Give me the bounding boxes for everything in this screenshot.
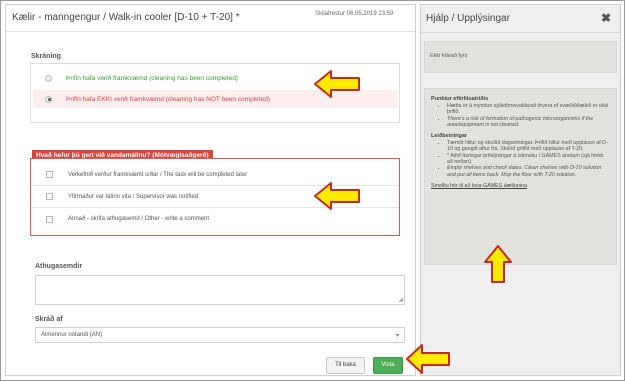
close-icon[interactable]: ✖ [601, 11, 611, 25]
arrow-left-icon [314, 70, 360, 98]
info-item: There's a risk of formation of pathogeni… [447, 116, 610, 129]
due-date: Skilafrestur 06.05.2019 23:59 [315, 11, 394, 17]
arrow-left-icon [314, 182, 360, 210]
status-text: Ekki klárað fyrir [430, 53, 468, 59]
instruction-item: Empty shelves and check dates. Clean she… [447, 165, 610, 178]
comment-label: Athugasemdir [35, 263, 83, 270]
help-panel: Hjálp / Upplýsingar ✖ Ekki klárað fyrir … [420, 4, 621, 376]
checkbox[interactable] [46, 193, 53, 200]
radio-option-completed[interactable]: Þrifin hafa verið framkvæmd (cleaning ha… [45, 70, 238, 86]
checkbox[interactable] [46, 215, 53, 223]
instruction-item: Tæmið hillur og skoðið dagsetningar. Þrí… [447, 140, 610, 153]
radio-button[interactable] [45, 74, 52, 82]
save-button[interactable]: Vista [373, 357, 403, 374]
checkbox-label: Yfirmaður var látinn vita / Supervisor w… [68, 193, 199, 200]
chevron-down-icon: ▾ [395, 333, 399, 339]
info-box: Punktur eftirlitsatriðis Hætta er á mynd… [424, 88, 617, 265]
resize-handle-icon[interactable]: ◢ [398, 297, 403, 303]
checkbox-option[interactable]: Annað - skrifa athugasemd / Other - writ… [31, 208, 399, 230]
modal-header: Kælir - manngengur / Walk-in cooler [D-1… [6, 5, 415, 32]
arrow-up-icon [484, 245, 512, 283]
info-list: Hætta er á myndun sjúkdómsvaldandi örver… [447, 103, 610, 128]
info-heading: Punktur eftirlitsatriðis [431, 96, 489, 102]
radio-label: Þrifin hafa verið framkvæmd (cleaning ha… [66, 74, 238, 82]
checkbox[interactable] [46, 171, 53, 178]
divider [421, 32, 620, 33]
checkbox-label: Annað - skrifa athugasemd / Other - writ… [68, 216, 210, 222]
instructions-list: Tæmið hillur og skoðið dagsetningar. Þrí… [447, 140, 610, 178]
checkbox-label: Verkefnið verður framkvæmt síðar / The t… [68, 171, 248, 178]
recorded-by-label: Skráð af [35, 316, 63, 323]
radio-option-not-completed[interactable]: Þrifin hafa EKKI verið framkvæmd (cleani… [45, 91, 270, 107]
modal-title: Kælir - manngengur / Walk-in cooler [D-1… [12, 12, 240, 23]
recorded-by-select[interactable]: Almennur notandi (AN) ▾ [35, 327, 405, 343]
plan-link[interactable]: Smelltu hér til að lesa GÁMES áætlunina [431, 183, 610, 189]
comment-textarea[interactable]: ◢ [35, 275, 405, 305]
registration-label: Skráning [31, 53, 61, 60]
back-button[interactable]: Til baka [326, 357, 365, 374]
instruction-item: * Athif ítarlegar þrifalýsingar á íslens… [447, 153, 610, 166]
radio-button-selected[interactable] [45, 95, 52, 103]
arrow-left-icon [406, 344, 450, 374]
radio-label: Þrifin hafa EKKI verið framkvæmd (cleani… [66, 95, 270, 103]
select-value: Almennur notandi (AN) [41, 332, 103, 338]
status-box: Ekki klárað fyrir [424, 41, 617, 73]
info-item: Hætta er á myndun sjúkdómsvaldandi örver… [447, 103, 610, 116]
screen: Kælir - manngengur / Walk-in cooler [D-1… [0, 0, 625, 381]
help-title: Hjálp / Upplýsingar [426, 13, 510, 24]
